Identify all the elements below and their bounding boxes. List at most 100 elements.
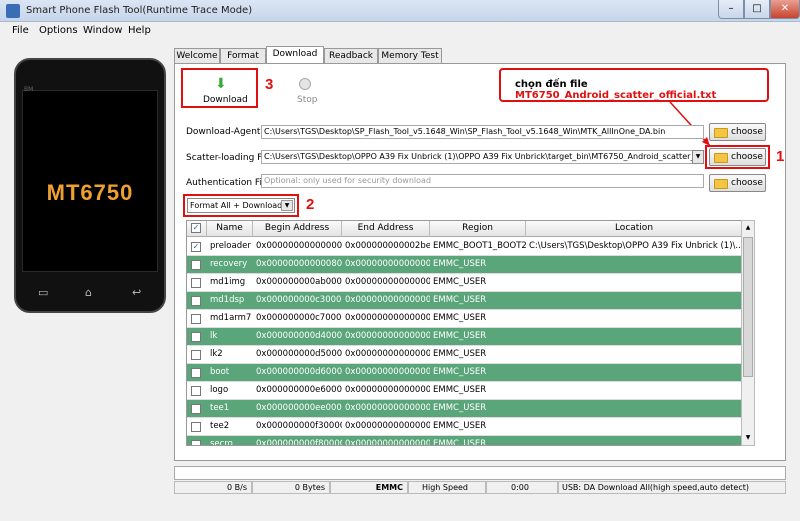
cell-location <box>526 328 741 346</box>
table-row[interactable]: tee2 0x000000000f3000000x0000000000000000… <box>187 418 741 436</box>
row-checkbox[interactable] <box>191 422 201 432</box>
folder-icon <box>714 128 728 138</box>
app-icon <box>6 4 20 18</box>
status-speed: 0 B/s <box>174 481 252 494</box>
row-checkbox[interactable] <box>191 350 201 360</box>
tab-welcome[interactable]: Welcome <box>174 48 220 64</box>
table-header: ✓ Name Begin Address End Address Region … <box>187 221 741 237</box>
table-row[interactable]: recovery 0x00000000000080000x000000000000… <box>187 256 741 274</box>
callout-text: chọn đến file <box>515 79 588 90</box>
cell-name: lk2 <box>210 349 223 359</box>
status-storage: EMMC <box>330 481 408 494</box>
status-time: 0:00 <box>486 481 558 494</box>
table-row[interactable]: tee1 0x000000000ee000000x0000000000000000… <box>187 400 741 418</box>
window-title: Smart Phone Flash Tool(Runtime Trace Mod… <box>26 5 253 16</box>
cell-end: 0x0000000000000000 <box>345 385 430 395</box>
tab-readback[interactable]: Readback <box>324 48 378 64</box>
header-name[interactable]: Name <box>207 221 253 237</box>
cell-end: 0x0000000000000000 <box>345 367 430 377</box>
header-location[interactable]: Location <box>526 221 741 237</box>
maximize-button[interactable]: □ <box>744 0 770 19</box>
row-checkbox[interactable] <box>191 260 201 270</box>
cell-begin: 0x000000000c700000 <box>256 313 342 323</box>
recent-apps-icon: ▭ <box>38 286 49 299</box>
scatter-file-field[interactable]: C:\Users\TGS\Desktop\OPPO A39 Fix Unbric… <box>261 150 702 164</box>
cell-name: md1img <box>210 277 246 287</box>
stop-label[interactable]: Stop <box>297 95 317 105</box>
cell-end: 0x0000000000000000 <box>345 349 430 359</box>
cell-location <box>526 310 741 328</box>
scroll-thumb[interactable] <box>743 237 753 377</box>
scroll-down-icon[interactable]: ▼ <box>742 431 754 445</box>
table-row[interactable]: lk 0x000000000d4000000x0000000000000000EM… <box>187 328 741 346</box>
close-button[interactable]: ✕ <box>770 0 800 19</box>
cell-name: md1arm7 <box>210 313 252 323</box>
tab-memory-test[interactable]: Memory Test <box>378 48 442 64</box>
cell-name: md1dsp <box>210 295 245 305</box>
cell-location <box>526 382 741 400</box>
stop-icon[interactable] <box>299 78 311 90</box>
cell-name: recovery <box>210 259 248 269</box>
row-checkbox[interactable] <box>191 368 201 378</box>
row-checkbox[interactable]: ✓ <box>191 242 201 252</box>
annotation-callout: chọn đến file MT6750_Android_scatter_off… <box>499 68 769 102</box>
menu-help[interactable]: Help <box>128 25 151 36</box>
scatter-dropdown-icon[interactable]: ▼ <box>692 150 704 164</box>
header-end-address[interactable]: End Address <box>342 221 430 237</box>
cell-region: EMMC_USER <box>433 439 487 446</box>
table-row[interactable]: boot 0x000000000d6000000x0000000000000000… <box>187 364 741 382</box>
row-checkbox[interactable] <box>191 296 201 306</box>
scroll-up-icon[interactable]: ▲ <box>742 221 754 235</box>
cell-end: 0x0000000000000000 <box>345 403 430 413</box>
table-scrollbar[interactable]: ▲ ▼ <box>741 220 755 446</box>
annotation-box-choose <box>705 145 770 169</box>
table-row[interactable]: lk2 0x000000000d5000000x0000000000000000E… <box>187 346 741 364</box>
table-row[interactable]: secro 0x000000000f8000000x000000000000000… <box>187 436 741 446</box>
cell-begin: 0x0000000000008000 <box>256 259 342 269</box>
phone-image: BM MT6750 ▭ ⌂ ↩ <box>14 58 166 313</box>
phone-brand: BM <box>24 86 34 93</box>
cell-region: EMMC_USER <box>433 385 487 395</box>
tab-download[interactable]: Download <box>266 46 324 64</box>
progress-bar <box>174 466 786 480</box>
select-all-checkbox[interactable]: ✓ <box>191 223 201 233</box>
annotation-number-3: 3 <box>265 76 274 93</box>
table-row[interactable]: md1dsp 0x000000000c3000000x00000000000000… <box>187 292 741 310</box>
row-checkbox[interactable] <box>191 278 201 288</box>
cell-region: EMMC_BOOT1_BOOT2 <box>433 241 526 251</box>
cell-end: 0x0000000000000000 <box>345 313 430 323</box>
menu-options[interactable]: Options <box>39 25 78 36</box>
table-row[interactable]: ✓ preloader 0x00000000000000000x0000000000… <box>187 238 741 256</box>
download-agent-field[interactable]: C:\Users\TGS\Desktop\SP_Flash_Tool_v5.16… <box>261 125 704 139</box>
table-row[interactable]: logo 0x000000000e6000000x0000000000000000… <box>187 382 741 400</box>
download-agent-choose-button[interactable]: choose <box>709 123 766 141</box>
row-checkbox[interactable] <box>191 404 201 414</box>
auth-choose-button[interactable]: choose <box>709 174 766 192</box>
tab-format[interactable]: Format <box>220 48 266 64</box>
menu-window[interactable]: Window <box>83 25 122 36</box>
cell-name: tee2 <box>210 421 230 431</box>
auth-file-field[interactable]: Optional: only used for security downloa… <box>261 174 704 188</box>
row-checkbox[interactable] <box>191 386 201 396</box>
cell-begin: 0x000000000e600000 <box>256 385 342 395</box>
header-begin-address[interactable]: Begin Address <box>253 221 342 237</box>
row-checkbox[interactable] <box>191 314 201 324</box>
cell-end: 0x0000000000000000 <box>345 331 430 341</box>
auth-file-label: Authentication File <box>186 178 270 188</box>
row-checkbox[interactable] <box>191 332 201 342</box>
cell-region: EMMC_USER <box>433 367 487 377</box>
table-row[interactable]: md1img 0x000000000ab000000x00000000000000… <box>187 274 741 292</box>
cell-region: EMMC_USER <box>433 313 487 323</box>
row-checkbox[interactable] <box>191 440 201 445</box>
cell-region: EMMC_USER <box>433 277 487 287</box>
minimize-button[interactable]: – <box>718 0 744 19</box>
cell-location <box>526 400 741 418</box>
cell-region: EMMC_USER <box>433 259 487 269</box>
cell-name: tee1 <box>210 403 230 413</box>
cell-region: EMMC_USER <box>433 349 487 359</box>
cell-begin: 0x000000000ab00000 <box>256 277 342 287</box>
menu-file[interactable]: File <box>12 25 29 36</box>
table-row[interactable]: md1arm7 0x000000000c7000000x0000000000000… <box>187 310 741 328</box>
cell-location <box>526 346 741 364</box>
header-region[interactable]: Region <box>430 221 526 237</box>
